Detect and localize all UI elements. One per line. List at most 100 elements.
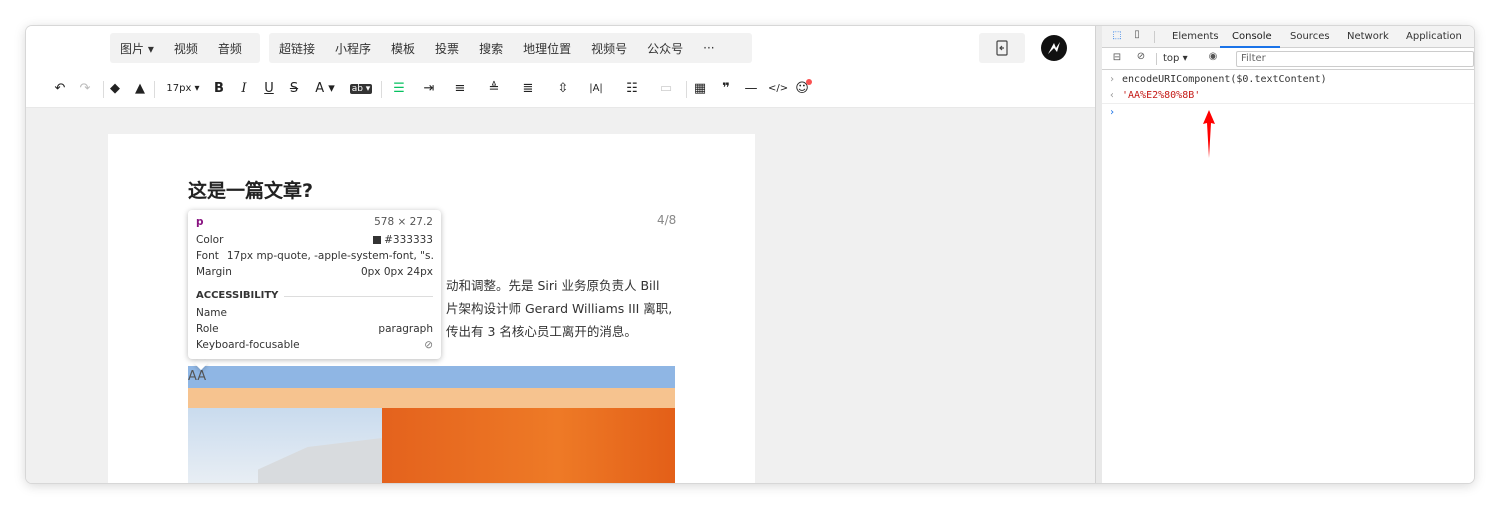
console-prompt[interactable]: › <box>1102 107 1474 118</box>
media-group: 图片 ▾ 视频 音频 <box>110 33 260 63</box>
live-expression-eye-icon[interactable]: ◉ <box>1206 51 1220 62</box>
tooltip-tag: p <box>196 216 204 228</box>
console-toolbar: ⊟ ⊘ top ▾ ◉ Filter <box>1102 48 1474 70</box>
align-left-icon[interactable]: ☰ <box>386 80 412 98</box>
devtools-tab-bar: ⬚ ▯ Elements Console Sources Network App… <box>1102 26 1474 48</box>
vertical-align-icon[interactable]: ≜ <box>481 80 507 98</box>
exit-icon <box>996 40 1008 56</box>
insert-channels-button[interactable]: 视频号 <box>581 40 637 57</box>
accessibility-header: ACCESSIBILITY <box>196 290 279 301</box>
code-icon[interactable]: </> <box>768 80 788 98</box>
sidebar-toggle-icon[interactable]: ⊟ <box>1110 52 1124 63</box>
color-label: Color <box>196 234 224 246</box>
insert-audio-button[interactable]: 音频 <box>208 40 252 57</box>
inspected-paragraph-highlight[interactable]: AA <box>188 366 675 388</box>
strikethrough-button[interactable]: S <box>287 80 301 98</box>
indent-icon[interactable]: ⇥ <box>421 80 437 98</box>
highlight-label: ab ▾ <box>349 84 373 94</box>
console-command: encodeURIComponent($0.textContent) <box>1122 74 1327 85</box>
insert-group: 超链接 小程序 模板 投票 搜索 地理位置 视频号 公众号 ··· <box>269 33 752 63</box>
console-input-line: › encodeURIComponent($0.textContent) <box>1102 74 1474 85</box>
highlighted-text: AA <box>188 369 207 384</box>
font-size-select[interactable]: 17px ▾ <box>162 80 204 98</box>
color-swatch-icon <box>373 236 382 244</box>
italic-button[interactable]: I <box>237 80 251 98</box>
font-label: Font <box>196 250 219 262</box>
prompt-chevron-icon: › <box>1108 74 1116 85</box>
not-focusable-icon: ⊘ <box>424 339 433 351</box>
redo-icon[interactable]: ↷ <box>77 80 93 98</box>
quote-icon[interactable]: ❞ <box>718 80 734 98</box>
disabled-border-icon: ▭ <box>659 81 673 96</box>
keyboard-focusable-label: Keyboard-focusable <box>196 339 300 351</box>
active-prompt-icon: › <box>1108 107 1116 118</box>
format-painter-icon[interactable]: ▲ <box>132 80 148 98</box>
inspect-element-icon[interactable]: ⬚ <box>1110 30 1124 41</box>
article-image-sky <box>188 408 382 483</box>
more-button[interactable]: ··· <box>693 41 724 55</box>
insert-location-button[interactable]: 地理位置 <box>513 40 581 57</box>
inspect-tooltip: p 578 × 27.2 Color #333333 Font 17px mp-quo… <box>188 210 441 359</box>
paragraph-spacing-icon[interactable]: ≣ <box>515 80 541 98</box>
article-editor: 图片 ▾ 视频 音频 超链接 小程序 模板 投票 搜索 地理位置 视频号 公众号… <box>26 26 1095 483</box>
device-toolbar-icon[interactable]: ▯ <box>1130 29 1144 40</box>
insert-video-button[interactable]: 视频 <box>164 40 208 57</box>
paragraph-line[interactable]: 片架构设计师 Gerard Williams III 离职, <box>446 298 672 317</box>
font-color-select[interactable]: A ▾ <box>312 80 338 98</box>
exit-panel-button[interactable] <box>979 33 1025 63</box>
context-select[interactable]: top ▾ <box>1163 53 1188 64</box>
avatar-logo-icon <box>1048 42 1060 54</box>
list-icon[interactable]: ☷ <box>619 80 645 98</box>
color-value: #333333 <box>384 234 433 246</box>
insert-search-button[interactable]: 搜索 <box>469 40 513 57</box>
editor-scrollbar[interactable] <box>1095 26 1102 483</box>
insert-bar: 图片 ▾ 视频 音频 超链接 小程序 模板 投票 搜索 地理位置 视频号 公众号… <box>26 26 1095 71</box>
paragraph-line[interactable]: 传出有 3 名核心员工离开的消息。 <box>446 321 637 340</box>
insert-miniprogram-button[interactable]: 小程序 <box>325 40 381 57</box>
tab-elements[interactable]: Elements <box>1172 31 1219 42</box>
align-center-icon[interactable]: ≡ <box>447 80 473 98</box>
insert-template-button[interactable]: 模板 <box>381 40 425 57</box>
console-output-line: ‹ 'AA%E2%80%8B' <box>1102 90 1474 104</box>
margin-label: Margin <box>196 266 232 278</box>
building-shape <box>258 438 382 483</box>
format-toolbar: ↶ ↷ ◆ ▲ 17px ▾ B I U S A ▾ ab ▾ ☰ ⇥ ≡ ≜ … <box>26 71 1095 108</box>
avatar[interactable] <box>1041 35 1067 61</box>
name-label: Name <box>196 307 227 319</box>
tab-application[interactable]: Application <box>1406 31 1462 42</box>
insert-official-account-button[interactable]: 公众号 <box>637 40 693 57</box>
table-icon[interactable]: ▦ <box>692 80 708 98</box>
insert-link-button[interactable]: 超链接 <box>269 40 325 57</box>
highlight-select[interactable]: ab ▾ <box>347 80 375 98</box>
underline-button[interactable]: U <box>262 80 276 98</box>
console-filter-input[interactable]: Filter <box>1236 51 1474 67</box>
line-height-icon[interactable]: ⇳ <box>550 80 576 98</box>
clear-console-icon[interactable]: ⊘ <box>1134 51 1148 62</box>
undo-icon[interactable]: ↶ <box>52 80 68 98</box>
annotation-arrow-icon <box>1203 110 1215 158</box>
app-window: 图片 ▾ 视频 音频 超链接 小程序 模板 投票 搜索 地理位置 视频号 公众号… <box>26 26 1474 483</box>
tab-console[interactable]: Console <box>1232 31 1272 42</box>
article-title[interactable]: 这是一篇文章? <box>188 176 313 203</box>
page-indicator: 4/8 <box>657 213 677 227</box>
insert-vote-button[interactable]: 投票 <box>425 40 469 57</box>
devtools-panel: ⬚ ▯ Elements Console Sources Network App… <box>1102 26 1474 483</box>
role-value: paragraph <box>378 323 433 335</box>
font-value: 17px mp-quote, -apple-system-font, "s… <box>226 250 433 262</box>
tab-network[interactable]: Network <box>1347 31 1389 42</box>
console-result: 'AA%E2%80%8B' <box>1122 90 1201 101</box>
bold-button[interactable]: B <box>212 80 226 98</box>
role-label: Role <box>196 323 219 335</box>
margin-highlight <box>188 388 675 408</box>
insert-image-button[interactable]: 图片 ▾ <box>110 40 164 57</box>
result-arrow-icon: ‹ <box>1108 90 1116 101</box>
margin-value: 0px 0px 24px <box>360 266 433 278</box>
tab-sources[interactable]: Sources <box>1290 31 1330 42</box>
eraser-icon[interactable]: ◆ <box>107 80 123 98</box>
letter-spacing-icon[interactable]: |A| <box>583 80 609 98</box>
tooltip-size: 578 × 27.2 <box>374 216 433 228</box>
section-divider <box>284 296 433 297</box>
emoji-badge <box>806 79 812 85</box>
divider-icon[interactable]: — <box>743 80 759 98</box>
paragraph-line[interactable]: 动和调整。先是 Siri 业务原负责人 Bill <box>446 275 659 294</box>
